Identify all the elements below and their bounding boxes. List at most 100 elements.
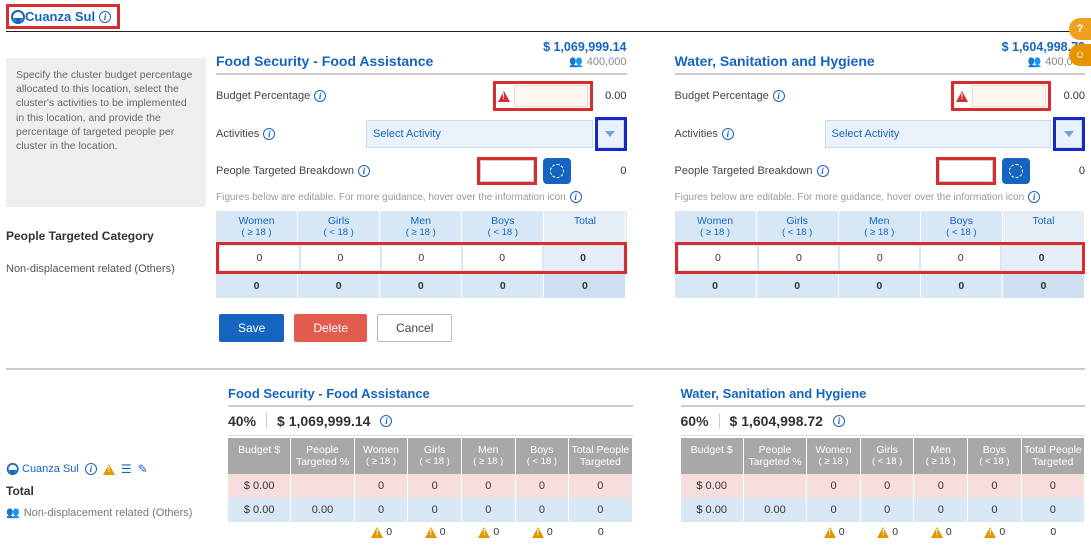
breakdown-footer-cell: 0 [839,274,921,298]
summary-warn-cell: 0 [462,522,516,542]
breakdown-footer-cell: 0 [921,274,1003,298]
info-icon[interactable]: i [358,165,370,177]
cluster-panel: Food Security - Food Assistance $ 1,069,… [216,40,627,207]
activities-select[interactable]: Select Activity [825,120,1052,148]
ptb-input[interactable] [480,160,534,182]
summary-table: Food Security - Food Assistance 40% $ 1,… [228,386,633,542]
breakdown-cell[interactable]: 0 [678,245,759,271]
summary-warning-row: 00000 [228,522,633,542]
info-icon[interactable]: i [722,128,734,140]
save-button[interactable]: Save [219,314,284,342]
location-pin-icon [11,10,21,24]
summary-cell: 0 [807,498,861,522]
summary-col-header: Total People Targeted [1022,438,1085,474]
feedback-icon[interactable]: ☺ [1069,44,1091,66]
cluster-population: 👥400,000 [543,56,626,70]
summary-cluster-title: Food Security - Food Assistance [228,386,633,407]
summary-pct: 40% [228,413,267,429]
breakdown-cell[interactable]: 0 [839,245,920,271]
summary-cell: 0.00 [744,498,807,522]
cluster-title: Food Security - Food Assistance [216,53,433,69]
breakdown-cell[interactable]: 0 [219,245,300,271]
summary-col-header: Men( ≥ 18 ) [914,438,968,474]
info-icon[interactable]: i [1028,191,1040,203]
summary-total-label: Total [6,484,218,498]
summary-warn-cell: 0 [968,522,1022,542]
error-icon [498,91,510,102]
delete-button[interactable]: Delete [294,314,367,342]
cluster-budget: $ 1,069,999.14 [543,40,626,56]
summary-amount: $ 1,604,998.72 [730,413,823,429]
summary-cluster-title: Water, Sanitation and Hygiene [681,386,1086,407]
summary-cell: 0 [462,474,516,498]
breakdown-cell[interactable]: 0 [758,245,839,271]
col-header: Men( ≥ 18 ) [839,211,921,242]
summary-warn-cell: 0 [861,522,915,542]
figures-note: Figures below are editable. For more gui… [675,191,1086,203]
activities-label: Activities i [675,128,825,140]
list-icon[interactable]: ☰ [121,462,132,476]
help-bubbles: ? ☺ [1069,18,1091,66]
cancel-button[interactable]: Cancel [377,314,452,342]
summary-pct: 60% [681,413,720,429]
ptb-settings-button[interactable] [1002,158,1030,184]
summary-col-header: People Targeted % [744,438,807,474]
info-icon[interactable]: i [380,415,392,427]
budget-pct-input[interactable] [514,85,588,107]
warning-icon [877,527,889,538]
breakdown-cell[interactable]: 0 [920,245,1001,271]
summary-cell: 0 [408,474,462,498]
info-icon[interactable]: i [263,128,275,140]
activities-dropdown-toggle[interactable] [1056,120,1082,148]
activities-select[interactable]: Select Activity [366,120,593,148]
summary-col-header: Boys( < 18 ) [968,438,1022,474]
summary-cell: 0 [569,498,632,522]
people-icon: 👥 [1028,56,1042,70]
info-icon[interactable]: i [85,463,97,475]
summary-subheader: 60% $ 1,604,998.72 i [681,413,1086,436]
summary-header-row: Budget $People Targeted %Women( ≥ 18 )Gi… [228,438,633,474]
info-icon[interactable]: i [570,191,582,203]
ptb-settings-button[interactable] [543,158,571,184]
budget-pct-input[interactable] [972,85,1046,107]
info-icon[interactable]: i [314,90,326,102]
summary-cell: $ 0.00 [228,474,291,498]
summary-warn-cell: 0 [1022,522,1085,542]
activities-dropdown-toggle[interactable] [598,120,624,148]
activities-dropdown-highlight [595,117,627,151]
col-header: Women( ≥ 18 ) [675,211,757,242]
help-icon[interactable]: ? [1069,18,1091,40]
ptb-input[interactable] [939,160,993,182]
ptb-input-highlight [936,157,996,185]
warning-icon [931,527,943,538]
summary-col-header: Total People Targeted [569,438,632,474]
summary-warn-cell: 0 [569,522,632,542]
breakdown-cell[interactable]: 0 [300,245,381,271]
info-icon[interactable]: i [99,11,111,23]
info-icon[interactable]: i [833,415,845,427]
summary-cell [291,474,354,498]
info-icon[interactable]: i [773,90,785,102]
ptb-label: People Targeted Breakdown i [216,165,422,177]
error-icon [956,91,968,102]
col-header-total: Total [544,211,626,242]
edit-icon[interactable]: ✎ [138,462,148,476]
col-header-total: Total [1003,211,1085,242]
col-header: Women( ≥ 18 ) [216,211,298,242]
summary-cell: $ 0.00 [681,474,744,498]
summary-cell: 0 [914,498,968,522]
summary-cell: 0 [914,474,968,498]
summary-cell: 0 [355,498,409,522]
summary-warning-row: 00000 [681,522,1086,542]
info-icon[interactable]: i [817,165,829,177]
breakdown-footer: 00000 [216,274,627,298]
warning-icon [425,527,437,538]
summary-cell: 0 [968,474,1022,498]
budget-pct-input-highlight [951,81,1051,111]
summary-cell: 0 [516,474,570,498]
section-divider [6,368,1085,370]
breakdown-cell[interactable]: 0 [462,245,543,271]
summary-row: $ 0.0000000 [681,474,1086,498]
breakdown-cell[interactable]: 0 [381,245,462,271]
summary-col-header: Men( ≥ 18 ) [462,438,516,474]
